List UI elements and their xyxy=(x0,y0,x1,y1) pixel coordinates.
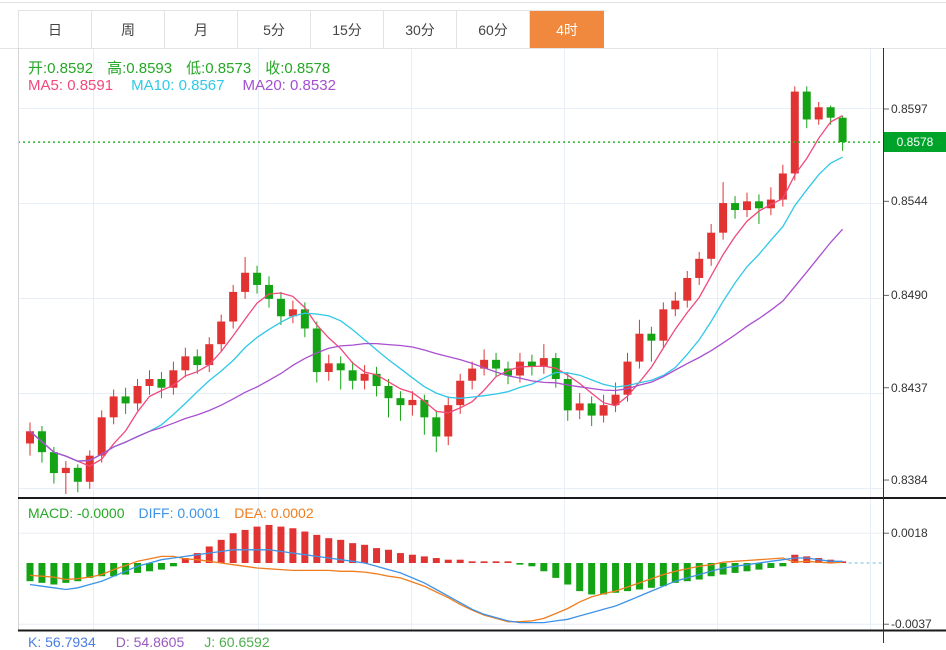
ohlc-header: 开:0.8592 高:0.8593 低:0.8573 收:0.8578 xyxy=(28,57,330,78)
chart-canvas[interactable] xyxy=(0,0,946,643)
price-axis-label: 0.8490 xyxy=(891,288,928,303)
frame-layer xyxy=(0,48,946,643)
macd-layer xyxy=(26,524,883,624)
ma10-value: MA10: 0.8567 xyxy=(131,77,225,94)
macd-header: MACD: -0.0000 DIFF: 0.0001 DEA: 0.0002 xyxy=(28,505,314,521)
j-value: J: 60.6592 xyxy=(204,634,270,650)
price-axis-label: 0.8437 xyxy=(891,380,928,395)
current-price-badge: 0.8578 xyxy=(884,132,946,153)
candles-layer xyxy=(26,86,847,494)
macd-value: MACD: -0.0000 xyxy=(28,505,125,521)
open-value: 开:0.8592 xyxy=(28,60,94,77)
high-value: 高:0.8593 xyxy=(107,60,173,77)
diff-value: DIFF: 0.0001 xyxy=(138,505,221,521)
ma5-value: MA5: 0.8591 xyxy=(28,77,114,94)
macd-axis-label: -0.0037 xyxy=(891,617,932,632)
ma20-value: MA20: 0.8532 xyxy=(242,77,336,94)
kline-chart-page: 日 周 月 5分 15分 30分 60分 4时 开:0.8592 高:0.859… xyxy=(0,0,946,650)
kdj-header: K: 56.7934 D: 54.8605 J: 60.6592 xyxy=(28,634,270,650)
price-axis-label: 0.8384 xyxy=(891,473,928,488)
price-axis-label: 0.8597 xyxy=(891,102,928,116)
grid-layer xyxy=(18,48,883,630)
dea-value: DEA: 0.0002 xyxy=(234,505,314,521)
macd-axis-label: 0.0018 xyxy=(891,526,928,541)
close-value: 收:0.8578 xyxy=(265,60,331,77)
low-value: 低:0.8573 xyxy=(186,60,252,77)
d-value: D: 54.8605 xyxy=(115,634,185,650)
k-value: K: 56.7934 xyxy=(28,634,96,650)
price-axis-label: 0.8544 xyxy=(891,194,928,209)
ma-header: MA5: 0.8591 MA10: 0.8567 MA20: 0.8532 xyxy=(28,77,336,94)
